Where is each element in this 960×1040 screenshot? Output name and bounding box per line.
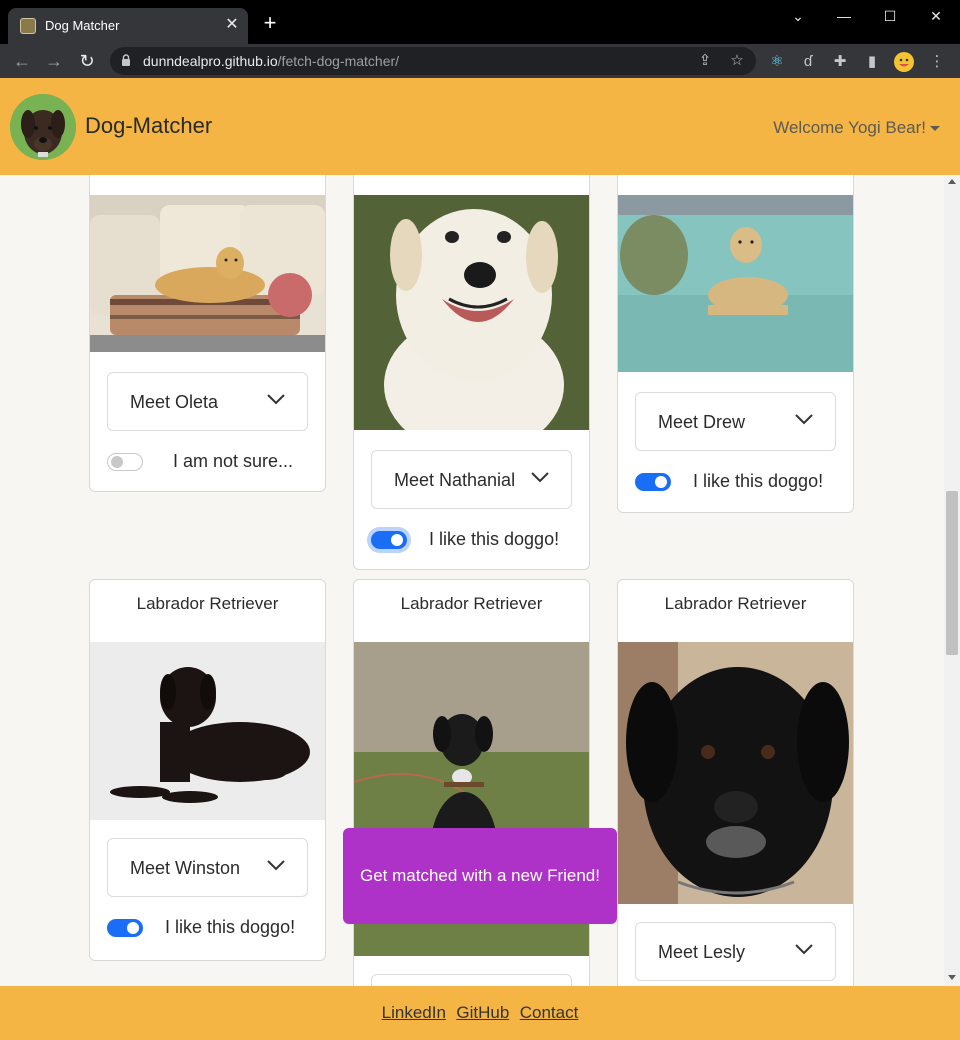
chevron-down-icon xyxy=(795,944,813,955)
brand-title[interactable]: Dog-Matcher xyxy=(85,113,212,139)
scroll-down-arrow-icon[interactable] xyxy=(948,975,956,980)
share-icon[interactable]: ⇪ xyxy=(694,50,716,72)
meet-dog-dropdown[interactable]: Meet Drew xyxy=(635,392,836,451)
reload-icon[interactable]: ↻ xyxy=(75,49,99,73)
get-matched-button[interactable]: Get matched with a new Friend! xyxy=(343,828,617,924)
dog-photo xyxy=(618,195,853,372)
toggle-knob xyxy=(655,476,667,488)
meet-dog-dropdown[interactable]: Meet Winston xyxy=(107,838,308,897)
dog-photo xyxy=(618,642,853,904)
dog-card: Meet Oleta I am not sure... xyxy=(89,175,326,492)
linkedin-link[interactable]: LinkedIn xyxy=(382,1003,446,1023)
close-window-icon[interactable]: ✕ xyxy=(916,6,956,26)
dog-card: Meet Drew I like this doggo! xyxy=(617,175,854,513)
github-link[interactable]: GitHub xyxy=(456,1003,509,1023)
react-devtools-icon[interactable]: ⚛ xyxy=(765,50,789,74)
tab-search-icon[interactable]: ⌄ xyxy=(778,6,818,26)
minimize-icon[interactable]: — xyxy=(824,6,864,26)
scroll-up-arrow-icon[interactable] xyxy=(948,179,956,184)
dog-logo-icon[interactable] xyxy=(10,94,76,160)
chevron-down-icon xyxy=(531,472,549,483)
dog-photo xyxy=(90,642,325,820)
dog-card: Labrador Retriever xyxy=(353,579,590,986)
like-toggle-switch[interactable] xyxy=(107,919,143,937)
bookmark-star-icon[interactable]: ☆ xyxy=(726,50,748,72)
app-header: Dog-Matcher Welcome Yogi Bear! xyxy=(0,78,960,175)
browser-menu-icon[interactable]: ⋮ xyxy=(925,50,949,74)
forward-icon[interactable]: → xyxy=(42,49,66,73)
address-bar[interactable]: dunndealpro.github.io/fetch-dog-matcher/… xyxy=(110,47,756,75)
chevron-down-icon xyxy=(267,394,285,405)
like-status-text: I like this doggo! xyxy=(429,529,560,549)
chevron-down-icon xyxy=(267,860,285,871)
meet-dog-dropdown[interactable]: Meet Nathanial xyxy=(371,450,572,509)
chevron-down-icon xyxy=(795,414,813,425)
dog-photo xyxy=(354,195,589,430)
dog-photo xyxy=(90,195,325,352)
toggle-knob xyxy=(111,456,123,468)
url-text: dunndealpro.github.io/fetch-dog-matcher/ xyxy=(143,53,399,69)
scroll-thumb[interactable] xyxy=(946,491,958,655)
profile-avatar-icon[interactable] xyxy=(892,50,916,74)
breed-title: Labrador Retriever xyxy=(136,594,279,613)
meet-dog-dropdown[interactable] xyxy=(371,974,572,986)
tab-title: Dog Matcher xyxy=(45,18,120,33)
like-status-text: I like this doggo! xyxy=(693,471,824,491)
maximize-icon[interactable]: ☐ xyxy=(870,6,910,26)
browser-toolbar: ← → ↻ dunndealpro.github.io/fetch-dog-ma… xyxy=(0,44,960,78)
dog-favicon-icon xyxy=(20,18,36,34)
dog-card: Labrador Retriever Meet Lesly xyxy=(617,579,854,986)
like-toggle-switch[interactable] xyxy=(635,473,671,491)
url-host: dunndealpro.github.io xyxy=(143,53,278,69)
like-toggle-switch[interactable] xyxy=(107,453,143,471)
meet-dog-label: Meet Oleta xyxy=(130,392,219,412)
browser-tabbar: Dog Matcher ✕ + ⌄ — ☐ ✕ xyxy=(0,0,960,44)
user-menu-dropdown[interactable]: Welcome Yogi Bear! xyxy=(773,118,940,138)
like-status-text: I am not sure... xyxy=(173,451,294,471)
dog-card: Meet Nathanial I like this doggo! xyxy=(353,175,590,570)
caret-down-icon xyxy=(930,126,940,132)
meet-dog-dropdown[interactable]: Meet Oleta xyxy=(107,372,308,431)
new-tab-icon[interactable]: + xyxy=(258,12,282,36)
extensions-puzzle-icon[interactable]: ✚ xyxy=(828,50,852,74)
url-path: /fetch-dog-matcher/ xyxy=(277,53,400,69)
meet-dog-dropdown[interactable]: Meet Lesly xyxy=(635,922,836,981)
back-icon[interactable]: ← xyxy=(10,49,34,73)
lock-icon xyxy=(122,54,130,66)
toggle-knob xyxy=(391,534,403,546)
toggle-knob xyxy=(127,922,139,934)
contact-link[interactable]: Contact xyxy=(520,1003,579,1023)
close-tab-icon[interactable]: ✕ xyxy=(222,15,242,35)
meet-dog-label: Meet Lesly xyxy=(658,942,746,962)
side-panel-icon[interactable]: ▮ xyxy=(860,50,884,74)
like-status-text: I like this doggo! xyxy=(165,917,296,937)
like-toggle-switch[interactable] xyxy=(371,531,407,549)
breed-title: Labrador Retriever xyxy=(664,594,807,613)
meet-dog-label: Meet Drew xyxy=(658,412,746,432)
dog-card: Labrador Retriever Meet Winston I like t… xyxy=(89,579,326,961)
browser-tab[interactable]: Dog Matcher ✕ xyxy=(8,8,248,44)
extension-dj-icon[interactable]: ɗ xyxy=(796,50,820,74)
welcome-text: Welcome Yogi Bear! xyxy=(773,118,926,137)
breed-title: Labrador Retriever xyxy=(400,594,543,613)
meet-dog-label: Meet Nathanial xyxy=(394,470,516,490)
app-footer: LinkedIn GitHub Contact xyxy=(0,986,960,1040)
meet-dog-label: Meet Winston xyxy=(130,858,241,878)
page-scrollbar[interactable] xyxy=(944,175,960,986)
